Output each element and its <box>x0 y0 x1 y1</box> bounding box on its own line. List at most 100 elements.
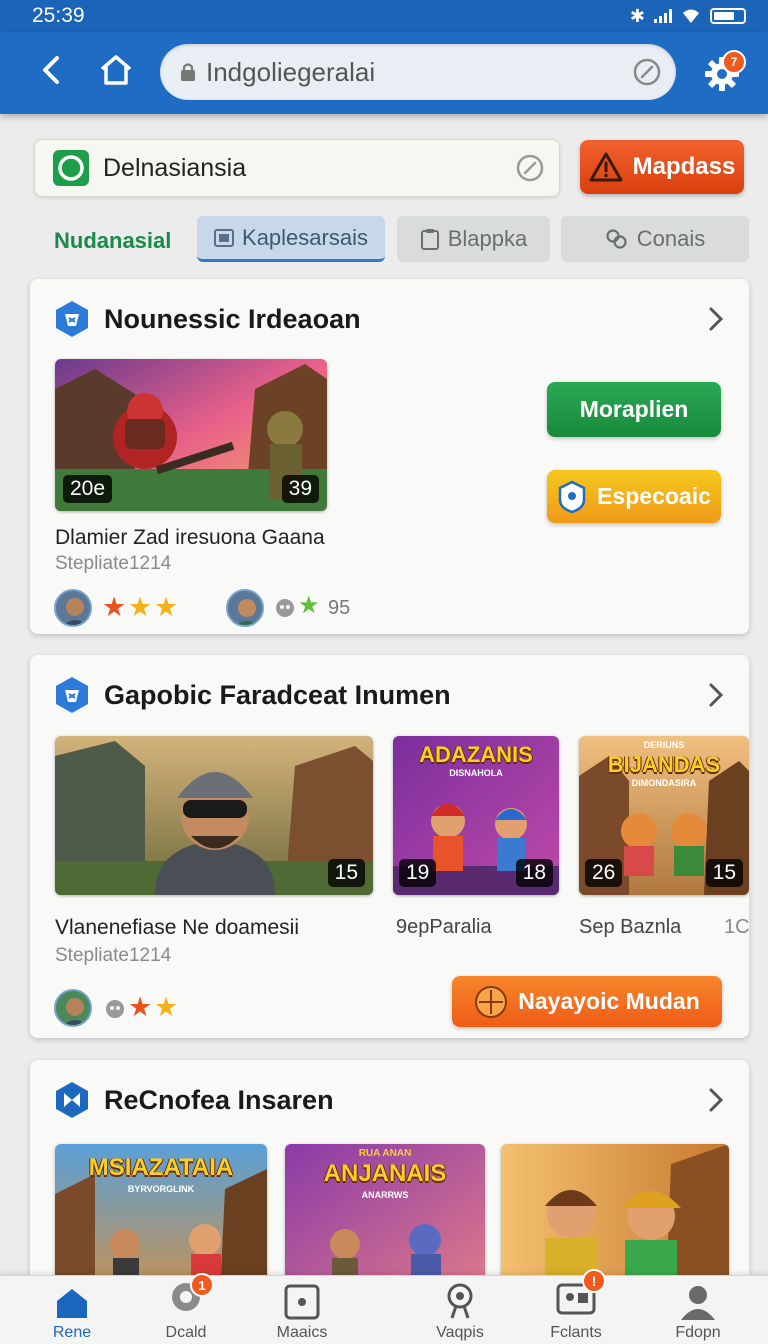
shield-badge-icon <box>558 480 586 513</box>
media-icon <box>284 1284 320 1320</box>
signal-icon <box>654 9 672 23</box>
wifi-icon <box>683 9 699 23</box>
nav-label: Fclants <box>550 1324 602 1341</box>
chevron-right-icon[interactable] <box>707 1086 725 1114</box>
tab-active[interactable]: Nudanasial <box>54 228 171 254</box>
rating-count: 95 <box>328 597 351 619</box>
nav-item-explore[interactable]: Vaqpis <box>396 1276 524 1344</box>
thumbnail-banner-sub: BYRVORGLINK <box>127 1184 195 1194</box>
address-text: Indgoliegeralai <box>206 56 376 87</box>
section-card-2: Gapobic Faradceat Inumen 15 ADAZANIS DIS… <box>30 655 749 1038</box>
nav-item-home[interactable]: Rene <box>8 1276 136 1344</box>
tab-label: Conais <box>636 226 706 251</box>
clear-icon[interactable] <box>515 153 545 183</box>
address-bar[interactable]: Indgoliegeralai <box>160 44 676 100</box>
game-controller-icon <box>106 1000 124 1018</box>
chevron-right-icon[interactable] <box>707 305 725 333</box>
nav-item-media[interactable]: Maaics <box>238 1276 366 1344</box>
app-bar: Indgoliegeralai 7 <box>0 32 768 114</box>
nav-label: Dcald <box>165 1324 207 1341</box>
compass-icon <box>475 985 508 1018</box>
thumbnail-number-right: 18 <box>515 859 553 887</box>
thumbnail-number-right: 39 <box>281 475 319 503</box>
search-input[interactable]: Delnasiansia <box>34 139 560 197</box>
secondary-action-button[interactable]: Especoaic <box>547 470 721 523</box>
back-arrow-icon <box>43 56 59 84</box>
clients-icon-wrap: ! <box>556 1269 606 1320</box>
nav-label: Fdopn <box>675 1324 721 1341</box>
game-subtitle: Stepliate1214 <box>55 553 172 574</box>
game-thumbnail[interactable]: DERIUNS BIJANDAS DIMONDASIRA 26 15 <box>579 736 749 895</box>
card-header: Gapobic Faradceat Inumen <box>54 677 451 713</box>
status-time: 25:39 <box>32 4 85 27</box>
game-thumbnail[interactable]: 15 <box>55 736 373 895</box>
game-thumbnail[interactable]: 20e 39 <box>55 359 327 511</box>
bluetooth-icon: ✱ <box>629 5 645 26</box>
tab-conais[interactable]: Conais <box>561 216 749 262</box>
star-icon: ★ <box>298 592 320 619</box>
action-button-label: Nayayoic Mudan <box>518 988 700 1014</box>
reload-icon[interactable] <box>632 57 662 87</box>
nav-label: Maaics <box>276 1324 328 1341</box>
search-value: Delnasiansia <box>103 153 247 182</box>
thumbnail-number-left: 20e <box>63 475 113 503</box>
card-title: ReCnofea Insaren <box>104 1084 334 1115</box>
link-icon <box>606 229 627 249</box>
game-artwork-image <box>55 736 373 895</box>
primary-action-button[interactable]: Moraplien <box>547 382 721 437</box>
tab-label: Kaplesarsais <box>242 224 368 250</box>
thumbnail-banner-top: RUA ANAN <box>358 1148 412 1159</box>
nav-item-chat[interactable]: 1 Dcald <box>122 1273 250 1344</box>
person-icon <box>681 1286 715 1320</box>
avatar[interactable] <box>54 989 92 1027</box>
mini-game-title[interactable]: 9epParalia <box>396 916 492 939</box>
game-thumbnail[interactable] <box>501 1144 729 1294</box>
game-thumbnail[interactable]: ADAZANIS DISNAHOLA 19 18 <box>393 736 559 895</box>
secondary-action-label: Especoaic <box>597 483 711 509</box>
status-circle-icon <box>53 150 89 186</box>
chat-icon-wrap: 1 <box>168 1273 214 1320</box>
alert-button-label: Mapdass <box>632 153 736 180</box>
thumbnail-banner-top: DERIUNS <box>643 740 685 750</box>
avatar[interactable] <box>226 589 264 627</box>
avatar[interactable] <box>54 589 92 627</box>
game-thumbnail[interactable]: MSIAZATAIA BYRVORGLINK <box>55 1144 267 1294</box>
star-icon: ★ <box>102 592 127 622</box>
game-title[interactable]: Vlanenefiase Ne doamesii <box>55 916 299 940</box>
mini-game-title[interactable]: Sep Baznla <box>579 916 681 939</box>
action-button[interactable]: Nayayoic Mudan <box>452 976 722 1027</box>
game-title[interactable]: Dlamier Zad iresuona Gaana <box>55 526 325 550</box>
settings-button[interactable]: 7 <box>696 48 748 100</box>
nav-item-profile[interactable]: Fdopn <box>634 1276 762 1344</box>
alert-button[interactable]: Mapdass <box>580 140 744 194</box>
star-icon: ★ <box>154 592 179 622</box>
nav-item-clients[interactable]: ! Fclants <box>512 1269 640 1344</box>
status-icons: ✱ <box>630 6 746 27</box>
home-icon <box>57 1289 87 1318</box>
clients-badge: ! <box>582 1269 606 1293</box>
nav-label: Rene <box>52 1324 92 1341</box>
back-button[interactable] <box>24 42 80 98</box>
warning-icon <box>589 152 623 182</box>
home-button[interactable] <box>88 42 144 98</box>
filter-tabs: Nudanasial Kaplesarsais Blappka Conais <box>0 216 768 264</box>
star-icon: ★ <box>154 992 179 1022</box>
image-icon <box>214 228 235 247</box>
game-subtitle: Stepliate1214 <box>55 945 172 966</box>
bowtie-game-icon <box>56 1082 88 1118</box>
section-card-1: Nounessic Irdeaoan 20e 39 Dlamier Zad ir… <box>30 279 749 634</box>
star-icon: ★ <box>128 992 153 1022</box>
chevron-right-icon[interactable] <box>707 681 725 709</box>
tab-blappka[interactable]: Blappka <box>397 216 550 262</box>
thumbnail-banner: ADAZANIS <box>419 742 533 767</box>
thumbnail-banner: BIJANDAS <box>607 752 721 777</box>
tab-kaplesarsais[interactable]: Kaplesarsais <box>197 216 385 262</box>
game-artwork-image <box>501 1144 729 1294</box>
thumbnail-banner: ANJANAIS <box>323 1160 447 1187</box>
status-bar: 25:39 ✱ <box>0 0 768 32</box>
mini-game-title[interactable]: 1C <box>724 916 749 939</box>
thumbnail-number-left: 26 <box>585 859 623 887</box>
primary-action-label: Moraplien <box>579 396 689 422</box>
game-thumbnail[interactable]: RUA ANAN ANJANAIS ANARRWS <box>285 1144 485 1294</box>
bottom-navigation: Rene 1 Dcald Maaics Vaqpis ! Fclants Fdo… <box>0 1269 768 1344</box>
